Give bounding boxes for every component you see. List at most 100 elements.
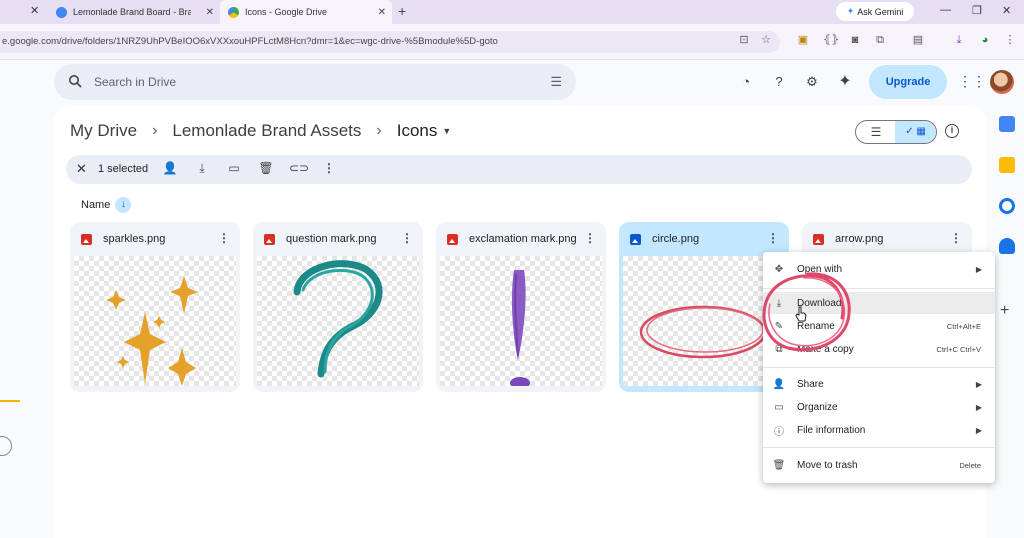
image-file-icon [447, 234, 458, 245]
menu-divider [763, 367, 995, 368]
info-icon: ⓘ [774, 426, 784, 438]
menu-item-move-to-trash[interactable]: 🗑 Move to trash Delete [763, 454, 995, 476]
selection-count: 1 selected [98, 163, 149, 175]
caret-down-icon[interactable]: ▼ [442, 126, 451, 136]
link-icon[interactable]: ⊂⊃ [289, 161, 309, 175]
reading-list-icon[interactable]: ▤ [911, 33, 925, 47]
trash-icon[interactable]: 🗑 [258, 161, 274, 175]
sort-header[interactable]: Name ↓ [81, 197, 132, 213]
breadcrumb-icons[interactable]: Icons [397, 121, 438, 141]
new-tab-icon[interactable]: + [398, 3, 406, 19]
file-thumbnail [74, 256, 236, 386]
share-person-icon[interactable]: 👤 [162, 161, 178, 175]
search-input[interactable]: Search in Drive [94, 75, 176, 89]
breadcrumb-brand-assets[interactable]: Lemonlade Brand Assets [172, 121, 361, 141]
gemini-icon[interactable]: ✦ [836, 73, 854, 91]
tab-title: Lemonlade Brand Board - Brand [73, 7, 191, 17]
breadcrumb: My Drive › Lemonlade Brand Assets › Icon… [70, 121, 451, 141]
keep-icon[interactable] [999, 157, 1015, 173]
profile-extension-icon[interactable]: ◕ [978, 33, 992, 47]
code-extension-icon[interactable]: ⦃⦄ [823, 33, 839, 47]
image-file-icon [630, 234, 641, 245]
sidebar-edge-icon[interactable] [0, 436, 12, 456]
ask-gemini-button[interactable]: ✦ Ask Gemini [836, 2, 914, 21]
help-icon[interactable]: ? [770, 73, 788, 91]
contacts-icon[interactable] [999, 238, 1015, 254]
grid-view-icon[interactable]: ✓ ▦ [895, 121, 936, 143]
drive-favicon-icon [228, 6, 239, 18]
close-icon[interactable]: ✕ [206, 7, 214, 18]
file-name: sparkles.png [103, 233, 166, 245]
extension-icon[interactable]: ▣ [796, 33, 810, 47]
drive-search[interactable]: Search in Drive ☰ [54, 64, 576, 100]
address-bar[interactable]: e.google.com/drive/folders/1NRZ9UhPVBeIO… [0, 31, 780, 53]
file-name: exclamation mark.png [469, 233, 577, 245]
more-options-icon[interactable]: ⋮ [767, 231, 779, 245]
clear-selection-icon[interactable]: ✕ [76, 161, 87, 177]
file-name: question mark.png [286, 233, 377, 245]
minimize-icon[interactable]: — [940, 4, 951, 16]
offline-status-icon[interactable]: ◔ [737, 73, 755, 91]
sort-label: Name [81, 199, 111, 211]
window-close-icon[interactable]: ✕ [1002, 4, 1011, 17]
favicon-icon [56, 6, 67, 18]
more-options-icon[interactable]: ⋮ [950, 231, 962, 245]
more-actions-icon[interactable]: ⋮ [321, 161, 337, 175]
list-view-icon[interactable]: ☰ [856, 121, 896, 143]
gear-icon[interactable]: ⚙ [803, 73, 821, 91]
exclamation-mark-image [510, 270, 530, 386]
upgrade-button[interactable]: Upgrade [869, 65, 947, 99]
image-file-icon [81, 234, 92, 245]
file-card[interactable]: question mark.png ⋮ [253, 222, 423, 392]
arrow-down-icon[interactable]: ↓ [115, 197, 132, 213]
avatar[interactable] [990, 70, 1014, 94]
menu-item-file-info[interactable]: ⓘ File information ▶ [763, 419, 995, 441]
menu-item-label: File information [797, 424, 866, 436]
more-options-icon[interactable]: ⋮ [218, 231, 230, 245]
menu-item-organize[interactable]: ▭ Organize ▶ [763, 396, 995, 418]
menu-item-label: Share [797, 378, 824, 390]
bookmark-star-icon[interactable]: ☆ [759, 33, 773, 47]
more-options-icon[interactable]: ⋮ [401, 231, 413, 245]
file-thumbnail [440, 256, 602, 386]
menu-item-label: Move to trash [797, 459, 858, 471]
download-icon[interactable]: ⤓ [194, 161, 210, 176]
sparkle-icon: ✦ [846, 6, 855, 16]
menu-item-share[interactable]: 👤 Share ▶ [763, 373, 995, 395]
submenu-arrow-icon: ▶ [975, 264, 982, 274]
camera-icon[interactable]: ◙ [848, 33, 862, 47]
move-folder-icon[interactable]: ▭ [226, 161, 242, 175]
search-options-icon[interactable]: ☰ [550, 74, 562, 90]
tab-close-icon[interactable]: ✕ [30, 4, 39, 17]
file-card[interactable]: sparkles.png ⋮ [70, 222, 240, 392]
close-icon[interactable]: ✕ [378, 7, 386, 18]
restore-icon[interactable]: ❐ [972, 4, 982, 17]
file-card[interactable]: exclamation mark.png ⋮ [436, 222, 606, 392]
tab-icons-drive[interactable]: Icons - Google Drive ✕ [220, 0, 392, 24]
submenu-arrow-icon: ▶ [975, 402, 982, 412]
calendar-icon[interactable] [999, 116, 1015, 132]
tab-brand-board[interactable]: Lemonlade Brand Board - Brand ✕ [48, 0, 220, 24]
browser-menu-icon[interactable]: ⋮ [1003, 33, 1017, 47]
folder-icon: ▭ [774, 401, 784, 413]
tasks-icon[interactable] [999, 198, 1015, 214]
info-icon[interactable]: i [945, 124, 959, 138]
menu-shortcut: Delete [959, 460, 981, 470]
puzzle-icon[interactable]: ⧉ [873, 33, 887, 47]
chevron-right-icon: › [376, 122, 382, 139]
selection-bar: ✕ 1 selected 👤 ⤓ ▭ 🗑 ⊂⊃ ⋮ [66, 155, 972, 184]
storage-bar [0, 400, 20, 402]
menu-divider [763, 447, 995, 448]
more-options-icon[interactable]: ⋮ [584, 231, 596, 245]
install-app-icon[interactable]: ⊡ [737, 33, 751, 47]
image-file-icon [813, 234, 824, 245]
add-addon-icon[interactable]: + [1000, 302, 1009, 320]
menu-item-label: Organize [797, 401, 838, 413]
breadcrumb-my-drive[interactable]: My Drive [70, 121, 137, 141]
menu-shortcut: Ctrl+Alt+E [946, 321, 981, 331]
chevron-right-icon: › [152, 122, 158, 139]
image-file-icon [264, 234, 275, 245]
download-icon[interactable]: ⤓ [952, 33, 966, 47]
hand-cursor-icon [795, 306, 807, 322]
file-thumbnail [257, 256, 419, 386]
